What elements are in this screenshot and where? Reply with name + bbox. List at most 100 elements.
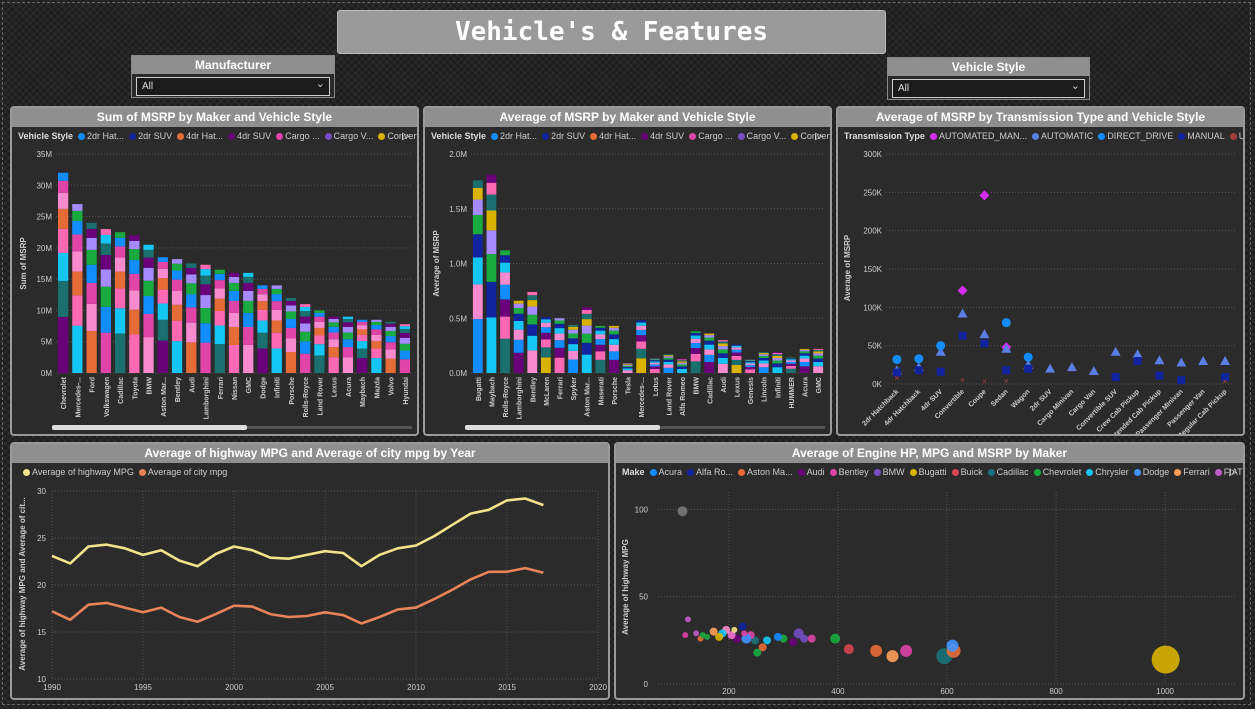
bar-segment (200, 295, 211, 309)
data-point (1132, 349, 1143, 359)
bar-segment (228, 282, 240, 291)
x-tick-label: Lamborghini (204, 377, 211, 419)
bar-segment (86, 282, 97, 304)
bar-segment (813, 351, 824, 354)
bar-segment (786, 363, 796, 366)
bar-segment (813, 361, 824, 367)
bar-segment (595, 327, 606, 331)
bar-segment (772, 358, 783, 361)
bar-segment (129, 260, 140, 274)
y-tick-label: 300K (863, 150, 882, 159)
bar-segment (717, 363, 728, 373)
bar-segment (129, 249, 140, 261)
bar-segment (228, 312, 240, 327)
bar-segment (257, 294, 268, 302)
bar-segment (385, 321, 396, 324)
bar-segment (540, 319, 551, 323)
bar-segment (357, 341, 368, 349)
data-point (1023, 352, 1033, 362)
x-tick-label: GMC (246, 377, 253, 393)
bar-segment (568, 359, 579, 373)
bar-segment (357, 329, 368, 335)
bar-segment (214, 273, 225, 281)
x-tick-label: Aston Mar... (585, 377, 592, 417)
bar-segment (271, 348, 282, 373)
bar-segment (609, 344, 619, 352)
bar-segment (328, 326, 339, 333)
bar-segment (690, 348, 701, 354)
bar-segment (568, 350, 579, 360)
bar-segment (649, 360, 660, 362)
y-tick-label: 100 (635, 505, 649, 514)
bar-segment (717, 346, 728, 350)
bar-segment (581, 333, 592, 343)
series-line (51, 566, 544, 625)
bar-segment (314, 344, 325, 356)
bar-segment (357, 321, 368, 326)
x-tick-label: HUMMER (789, 377, 796, 409)
x-tick-label: Mazda (374, 377, 381, 399)
bar-segment (745, 360, 756, 362)
vehicle-style-dropdown[interactable]: All ⌄ (892, 79, 1085, 98)
data-point (807, 634, 816, 643)
data-point (979, 190, 990, 201)
bar-segment (595, 325, 606, 328)
bar-segment (143, 337, 154, 373)
data-point (957, 285, 968, 296)
x-tick-label: BMW (694, 377, 701, 395)
bar-segment (72, 251, 83, 272)
x-tick-label: Nissan (232, 377, 239, 400)
bar-segment (271, 285, 282, 289)
x-tick-label: GMC (816, 377, 823, 393)
chevron-down-icon[interactable]: ⌄ (316, 76, 325, 93)
data-point (900, 644, 913, 657)
bar-segment (486, 317, 497, 373)
bar-segment (500, 338, 510, 373)
maker-scatter-chart: 0 50 100 200 400 600 800 1000 Average of highway… (621, 492, 1236, 696)
bar-segment (357, 348, 368, 359)
bar-segment (86, 303, 97, 331)
x-tick-label: Porsche (612, 377, 619, 405)
bar-segment (100, 306, 111, 333)
data-point (914, 354, 924, 364)
x-tick-label: Sedan (990, 388, 1010, 408)
bar-segment (609, 330, 619, 335)
x-tick-label: Convertible SUV (1075, 388, 1119, 432)
bar-segment (786, 368, 796, 373)
bar-segment (663, 356, 674, 358)
y-tick-label: 25 (37, 534, 46, 543)
data-point (763, 636, 772, 645)
bar-segment (157, 340, 168, 373)
bar-segment (129, 235, 140, 241)
bar-segment (745, 369, 756, 373)
bar-segment (813, 358, 824, 362)
data-point (741, 630, 748, 637)
bar-segment (57, 252, 69, 281)
data-point (1045, 363, 1056, 373)
bar-segment (609, 325, 619, 328)
manufacturer-slicer[interactable]: Manufacturer All ⌄ (131, 55, 335, 98)
y-tick-label: 2.0M (449, 150, 467, 159)
data-point (684, 616, 691, 623)
x-tick-label: Audi (189, 377, 196, 393)
bar-segment (799, 351, 810, 354)
y-tick-label: 10M (36, 306, 52, 315)
bar-segment (472, 214, 483, 235)
bar-segment (772, 360, 783, 364)
bar-segment (731, 347, 742, 350)
y-tick-label: 150K (863, 265, 882, 274)
bar-segment (357, 334, 368, 342)
y-axis-title: Average of highway MPG (621, 539, 630, 635)
bar-segment (745, 359, 756, 361)
x-tick-label: Lexus (332, 377, 339, 397)
bar-segment (257, 348, 268, 373)
vehicle-style-slicer[interactable]: Vehicle Style All ⌄ (887, 57, 1090, 100)
data-point (980, 339, 989, 348)
chevron-down-icon[interactable]: ⌄ (1071, 78, 1080, 95)
bar-segment (690, 335, 701, 339)
x-tick-label: Lamborghini (517, 377, 524, 419)
manufacturer-dropdown[interactable]: All ⌄ (136, 77, 330, 96)
bar-segment (399, 326, 411, 330)
bar-segment (677, 364, 687, 367)
bar-segment (758, 355, 769, 359)
